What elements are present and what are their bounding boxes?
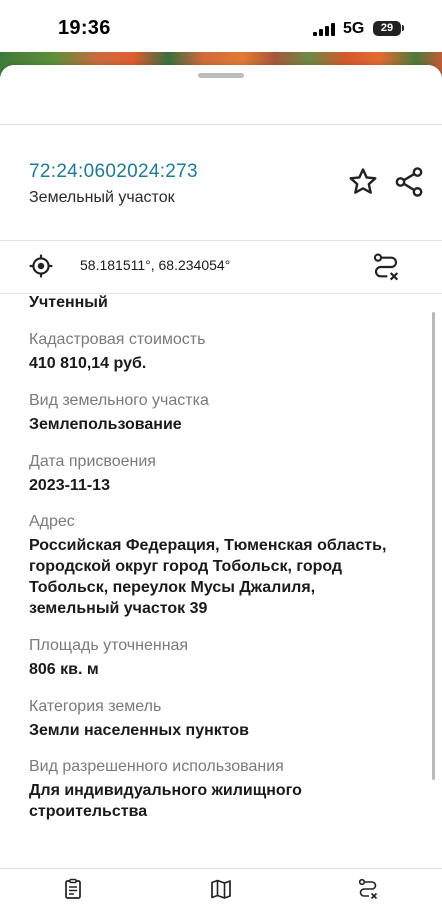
battery-tip [402,25,404,31]
status-time: 19:36 [58,17,111,39]
map-icon [211,879,231,899]
field-value: Для индивидуального жилищного строительс… [29,782,302,820]
favorite-button[interactable] [346,165,380,199]
field-land-category: Категория земель Земли населенных пункто… [29,697,409,741]
field-value: Землепользование [29,416,182,433]
network-type: 5G [343,20,365,37]
field-label: Адрес [29,513,75,530]
field-permitted-use: Вид разрешенного использования Для индив… [29,757,409,822]
field-value: 806 кв. м [29,661,99,678]
field-value: 2023-11-13 [29,477,110,494]
bottom-nav [0,868,442,911]
registration-status: Учтенный [29,294,108,311]
route-button[interactable] [370,251,402,283]
field-assignment-date: Дата присвоения 2023-11-13 [29,452,409,496]
route-icon [358,878,378,900]
field-value: 410 810,14 руб. [29,355,147,372]
nav-item-routes[interactable] [328,877,408,917]
field-address: Адрес Российская Федерация, Тюменская об… [29,512,409,619]
field-label: Вид земельного участка [29,392,209,409]
cadastral-number[interactable]: 72:24:0602024:273 [29,161,198,183]
route-icon [373,253,399,281]
coordinates-text[interactable]: 58.181511°, 68.234054° [80,257,230,273]
field-label: Дата присвоения [29,453,156,470]
crosshair-icon [29,254,53,278]
field-label: Категория земель [29,698,162,715]
divider [0,124,442,125]
field-cadastral-value: Кадастровая стоимость 410 810,14 руб. [29,330,409,374]
nav-item-info[interactable] [33,877,113,917]
status-bar: 19:36 5G 29 [0,0,442,52]
signal-icon [313,22,337,36]
field-value[interactable]: Российская Федерация, Тюменская область,… [29,535,409,619]
star-icon [349,168,377,194]
nav-item-map[interactable] [181,877,261,917]
locate-button[interactable] [28,253,54,279]
battery-icon: 29 [373,21,401,36]
field-label: Кадастровая стоимость [29,331,206,348]
object-type: Земельный участок [29,189,175,206]
sheet-drag-handle[interactable] [198,73,244,78]
share-button[interactable] [392,165,426,199]
share-icon [395,167,423,197]
field-parcel-kind: Вид земельного участка Землепользование [29,391,409,435]
scrollbar[interactable] [432,312,435,780]
field-label: Площадь уточненная [29,637,189,654]
field-label: Вид разрешенного использования [29,758,284,775]
field-value: Земли населенных пунктов [29,722,250,739]
coordinates-row: 58.181511°, 68.234054° [0,241,442,293]
field-area: Площадь уточненная 806 кв. м [29,636,409,680]
clipboard-icon [65,878,81,899]
